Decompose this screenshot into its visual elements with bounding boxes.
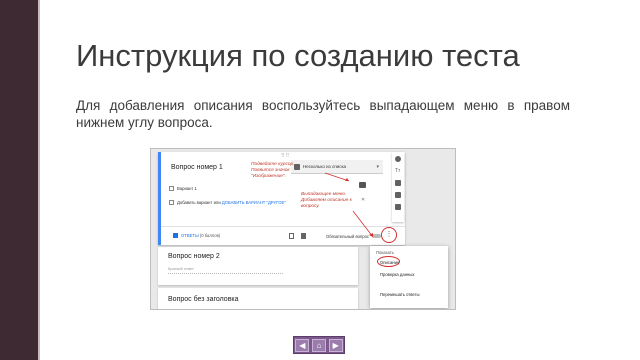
more-options-menu: Показать Описание Проверка данных Переме… [370, 246, 448, 308]
option-1-label: Вариант 1 [177, 186, 197, 191]
question-2-hint: Краткий ответ [168, 266, 194, 271]
add-option-row: Добавить вариант или ДОБАВИТЬ ВАРИАНТ "Д… [169, 200, 286, 206]
question-type-label: Несколько из списка [303, 164, 347, 169]
more-options-icon: ⋮ [381, 227, 397, 243]
question-card-3: Вопрос без заголовка [158, 288, 358, 309]
slide-body-text: Для добавления описания воспользуйтесь в… [76, 98, 570, 130]
option-row-1: Вариант 1 [169, 186, 197, 192]
add-option-text: Добавить вариант или [177, 200, 221, 205]
chevron-down-icon: ▾ [376, 164, 379, 170]
callout-hover-image: Подведите курсор. Появится значок "Изобр… [251, 162, 295, 179]
menu-item-validation: Проверка данных [380, 272, 415, 277]
trash-icon [301, 233, 306, 239]
forms-screenshot: ⠿⠿ Вопрос номер 1 Несколько из списка ▾ … [150, 148, 456, 310]
answer-underline [168, 273, 283, 274]
answers-toggle: ОТВЕТЫ (0 баллов) [173, 233, 221, 239]
question-3-title: Вопрос без заголовка [168, 296, 239, 303]
option-drag-icon: ⋮ [164, 187, 168, 192]
side-toolbar: Tт [392, 152, 404, 222]
menu-item-shuffle: Перемешать ответы [380, 292, 420, 297]
previous-slide-button[interactable]: ◀ [295, 338, 310, 352]
section-icon [395, 204, 401, 210]
slide-title: Инструкция по созданию теста [76, 38, 520, 73]
answers-checkbox-icon [173, 233, 178, 239]
menu-item-description: Описание [380, 260, 400, 265]
callout-arrow-2 [352, 210, 374, 238]
slide-navigation: ◀ ⌂ ▶ [293, 336, 345, 354]
plus-circle-icon [395, 156, 401, 162]
text-title-icon: Tт [395, 168, 401, 174]
next-slide-button[interactable]: ▶ [328, 338, 343, 352]
home-button[interactable]: ⌂ [311, 338, 326, 352]
points-label: (0 баллов) [199, 233, 221, 238]
left-decorative-bar [0, 0, 38, 360]
image-icon [359, 182, 366, 188]
question-card-2: Вопрос номер 2 Краткий ответ [158, 247, 358, 285]
option-checkbox-icon [169, 200, 174, 206]
copy-icon [289, 233, 294, 239]
image-icon [395, 180, 401, 186]
answers-label: ОТВЕТЫ [181, 233, 199, 238]
drag-handle-icon: ⠿⠿ [281, 153, 291, 159]
left-decorative-line [38, 0, 40, 360]
option-checkbox-icon [169, 186, 174, 192]
close-icon: ✕ [361, 197, 366, 203]
question-1-title: Вопрос номер 1 [171, 164, 223, 171]
video-icon [395, 192, 401, 198]
question-2-title: Вопрос номер 2 [168, 253, 220, 260]
callout-dropdown-menu: Выпадающее меню. Добавляем описание к во… [301, 192, 352, 209]
callout-arrow-1 [324, 172, 350, 182]
menu-header: Показать [376, 250, 394, 255]
add-other-link: ДОБАВИТЬ ВАРИАНТ "ДРУГОЕ" [221, 200, 286, 205]
